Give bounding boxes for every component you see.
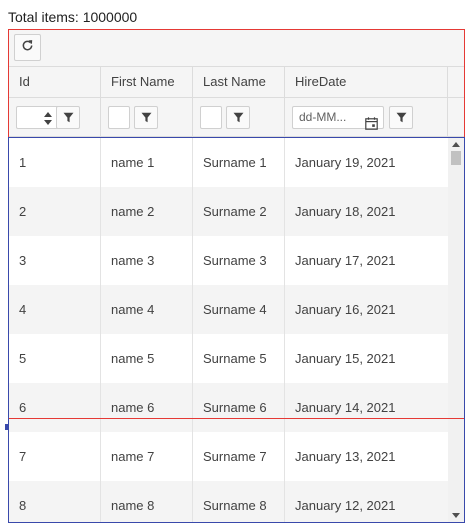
cell-last-name: Surname 2 [193,187,285,236]
page: Total items: 1000000 Id First Name Last … [0,0,474,532]
cell-hire-date: January 12, 2021 [295,498,396,513]
cell-id: 4 [9,285,101,334]
cell-last-name: Surname 1 [193,138,285,187]
vertical-scrollbar[interactable] [448,138,464,522]
cell-hire-date: January 18, 2021 [295,204,396,219]
total-items-label: Total items: 1000000 [8,9,138,25]
filter-row: dd-MM... [9,98,464,137]
cell-id: 8 [9,481,101,522]
cell-hire-date: January 17, 2021 [295,253,396,268]
scroll-down-arrow-icon[interactable] [452,513,460,518]
cell-first-name: name 5 [101,334,193,383]
column-header-last-name[interactable]: Last Name [193,67,285,97]
table-row[interactable]: 8 name 8 Surname 8 January 12, 2021 [9,481,448,522]
cell-first-name: name 7 [101,432,193,481]
filter-cell-last-name [193,98,285,136]
cell-first-name: name 8 [101,481,193,522]
cell-last-name: Surname 4 [193,285,285,334]
cell-last-name: Surname 5 [193,334,285,383]
cell-id: 1 [9,138,101,187]
column-header-first-name[interactable]: First Name [101,67,193,97]
cell-last-name: Surname 3 [193,236,285,285]
cell-last-name: Surname 6 [193,383,285,432]
cell-last-name: Surname 8 [193,481,285,522]
cell-hire-date: January 19, 2021 [295,155,396,170]
cell-last-name: Surname 7 [193,432,285,481]
table-row[interactable]: 7 name 7 Surname 7 January 13, 2021 [9,432,448,481]
calendar-icon[interactable] [365,111,378,141]
scroll-up-arrow-icon[interactable] [452,142,460,147]
cell-first-name: name 4 [101,285,193,334]
id-filter-input[interactable] [16,106,61,129]
cell-first-name: name 1 [101,138,193,187]
cell-first-name: name 2 [101,187,193,236]
table-row[interactable]: 5 name 5 Surname 5 January 15, 2021 [9,334,448,383]
column-header-row: Id First Name Last Name HireDate [9,67,464,98]
filter-spacer [448,98,464,136]
hire-date-filter-input[interactable]: dd-MM... [292,106,384,130]
outline-marker [5,424,8,430]
filter-cell-hire-date: dd-MM... [285,98,448,136]
first-name-filter-button[interactable] [134,106,158,129]
scrollbar-thumb[interactable] [451,151,461,165]
cell-id: 5 [9,334,101,383]
header-spacer [448,67,464,97]
table-row[interactable]: 6 name 6 Surname 6 January 14, 2021 [9,383,448,432]
cell-hire-date: January 15, 2021 [295,351,396,366]
table-row[interactable]: 4 name 4 Surname 4 January 16, 2021 [9,285,448,334]
grid-body: 1 name 1 Surname 1 January 19, 2021 2 na… [9,138,448,522]
cell-hire-date: January 14, 2021 [295,400,396,415]
spin-down-icon[interactable] [44,120,52,125]
column-header-id[interactable]: Id [9,67,101,97]
cell-hire-date: January 13, 2021 [295,449,396,464]
filter-icon [396,112,406,123]
cell-id: 6 [9,383,101,432]
column-header-hire-date[interactable]: HireDate [285,67,448,97]
spin-up-icon[interactable] [44,112,52,117]
table-row[interactable]: 1 name 1 Surname 1 January 19, 2021 [9,138,448,187]
hire-date-filter-button[interactable] [389,106,413,129]
table-row[interactable]: 2 name 2 Surname 2 January 18, 2021 [9,187,448,236]
cell-first-name: name 6 [101,383,193,432]
cell-id: 2 [9,187,101,236]
cell-id: 7 [9,432,101,481]
first-name-filter-input[interactable] [108,106,130,129]
date-filter-placeholder: dd-MM... [299,110,347,124]
grid-toolbar [9,30,464,67]
filter-cell-first-name [101,98,193,136]
refresh-button[interactable] [14,34,41,61]
table-row[interactable]: 3 name 3 Surname 3 January 17, 2021 [9,236,448,285]
cell-id: 3 [9,236,101,285]
cell-hire-date: January 16, 2021 [295,302,396,317]
last-name-filter-button[interactable] [226,106,250,129]
last-name-filter-input[interactable] [200,106,222,129]
refresh-icon [21,39,34,57]
filter-icon [141,112,151,123]
filter-icon [63,112,73,123]
cell-first-name: name 3 [101,236,193,285]
filter-cell-id [9,98,101,136]
filter-icon [233,112,243,123]
id-filter-button[interactable] [56,106,80,129]
id-filter-spinner[interactable] [38,107,58,130]
